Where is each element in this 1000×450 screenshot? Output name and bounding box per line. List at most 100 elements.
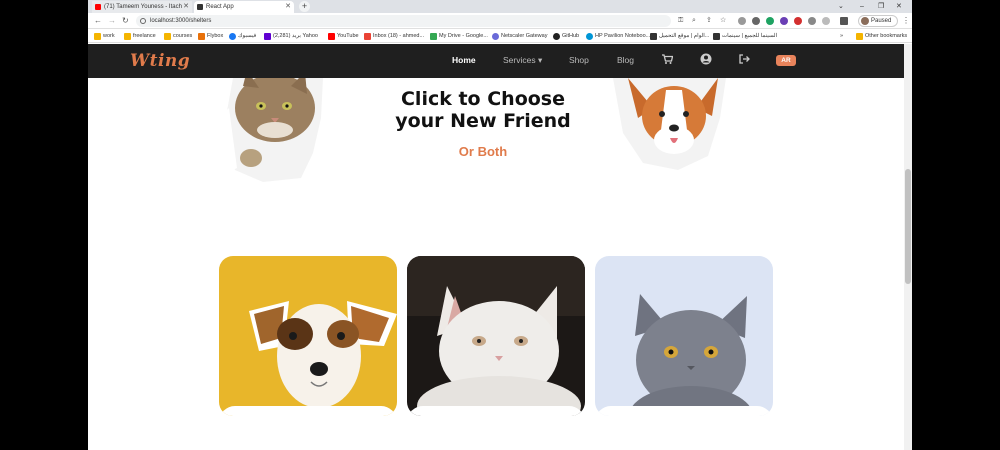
more-bookmarks-icon[interactable]: » xyxy=(840,30,843,43)
extension-icon[interactable] xyxy=(822,17,830,25)
profile-button[interactable]: Paused xyxy=(858,15,898,27)
back-icon[interactable]: ← xyxy=(94,16,102,26)
nav-blog[interactable]: Blog xyxy=(617,55,634,65)
bookmark-item[interactable]: Netscaler Gateway xyxy=(492,30,547,43)
page-scrollbar[interactable] xyxy=(904,44,912,450)
bookmark-label: فيسبوك xyxy=(238,33,257,39)
peeking-dog-image xyxy=(613,78,726,170)
bookmark-item[interactable]: Flybox xyxy=(198,30,223,43)
key-icon[interactable]: ⚿ xyxy=(678,16,683,26)
bookmarks-bar: work freelance courses Flybox فيسبوك (2,… xyxy=(88,30,912,43)
star-icon[interactable]: ☆ xyxy=(720,16,726,26)
folder-icon xyxy=(164,33,171,40)
hero-title-line: your New Friend xyxy=(395,110,571,132)
chevron-down-icon[interactable]: ⌄ xyxy=(838,0,844,13)
pet-card-grey-cat[interactable] xyxy=(595,256,773,416)
bookmark-item[interactable]: GitHub xyxy=(553,30,579,43)
gmail-icon xyxy=(364,33,371,40)
extension-icon[interactable] xyxy=(738,17,746,25)
cart-icon[interactable] xyxy=(661,53,673,65)
folder-icon xyxy=(94,33,101,40)
forward-icon[interactable]: → xyxy=(108,16,116,26)
site-icon xyxy=(650,33,657,40)
bookmark-item[interactable]: Inbox (18) - ahmed... xyxy=(364,30,424,43)
user-icon[interactable] xyxy=(700,53,712,65)
hp-icon xyxy=(586,33,593,40)
facebook-icon xyxy=(229,33,236,40)
logout-icon[interactable] xyxy=(738,53,750,65)
tab-title: (71) Tameem Youness - Itach xyxy=(104,4,182,10)
menu-icon[interactable]: ⋮ xyxy=(902,16,910,26)
bookmark-label: HP Pavilion Noteboo... xyxy=(595,33,651,39)
github-icon xyxy=(553,33,560,40)
info-icon[interactable] xyxy=(140,18,146,24)
browser-tab-youtube[interactable]: (71) Tameem Youness - Itach ✕ xyxy=(92,1,192,13)
profile-status: Paused xyxy=(871,18,892,24)
bookmark-label: GitHub xyxy=(562,33,580,39)
grey-cat-photo xyxy=(595,256,773,416)
nav-home[interactable]: Home xyxy=(452,55,476,65)
bookmark-item[interactable]: work xyxy=(94,30,115,43)
pet-card-dog[interactable] xyxy=(219,256,397,416)
bookmark-label: Other bookmarks xyxy=(865,33,908,39)
bookmark-item[interactable]: الوام | موقع التحميل... xyxy=(650,30,709,43)
drive-icon xyxy=(430,33,437,40)
site-logo[interactable]: Wting xyxy=(130,51,190,71)
url-bar[interactable]: localhost:3000/shelters xyxy=(136,15,671,27)
bookmark-label: My Drive - Google... xyxy=(439,33,488,39)
bookmark-label: الوام | موقع التحميل... xyxy=(659,33,710,39)
browser-tab-react-app[interactable]: React App ✕ xyxy=(194,1,294,13)
gateway-icon xyxy=(492,33,499,40)
bookmark-label: Flybox xyxy=(207,33,224,39)
close-icon[interactable]: ✕ xyxy=(285,1,291,13)
extension-icon[interactable] xyxy=(794,17,802,25)
zoom-icon[interactable]: ⌕ xyxy=(692,16,696,26)
new-tab-button[interactable]: + xyxy=(299,1,310,12)
nav-services[interactable]: Services ▾ xyxy=(503,55,542,66)
extension-icon[interactable] xyxy=(808,17,816,25)
peeking-cat-image xyxy=(219,78,323,182)
bookmark-item[interactable]: (2,281) بريد Yahoo xyxy=(264,30,318,43)
bookmark-label: freelance xyxy=(133,33,156,39)
yahoo-icon xyxy=(264,33,271,40)
folder-icon xyxy=(124,33,131,40)
tab-strip: (71) Tameem Youness - Itach ✕ React App … xyxy=(88,0,912,13)
browser-window: (71) Tameem Youness - Itach ✕ React App … xyxy=(88,0,912,450)
restore-icon[interactable]: ❐ xyxy=(878,0,884,13)
youtube-icon xyxy=(328,33,335,40)
bookmark-item[interactable]: freelance xyxy=(124,30,156,43)
reload-icon[interactable]: ↻ xyxy=(122,16,129,26)
bookmark-item[interactable]: YouTube xyxy=(328,30,359,43)
puzzle-icon[interactable] xyxy=(840,17,848,25)
scrollbar-thumb[interactable] xyxy=(905,169,911,284)
close-window-icon[interactable]: ✕ xyxy=(896,0,902,13)
card-footer xyxy=(407,406,585,416)
language-toggle[interactable]: AR xyxy=(776,55,796,66)
card-footer xyxy=(219,406,397,416)
pet-card-white-cat[interactable] xyxy=(407,256,585,416)
bookmark-item[interactable]: My Drive - Google... xyxy=(430,30,488,43)
extension-icon[interactable] xyxy=(766,17,774,25)
close-icon[interactable]: ✕ xyxy=(183,1,189,13)
share-icon[interactable]: ⇪ xyxy=(706,16,712,26)
extension-icon[interactable] xyxy=(752,17,760,25)
bookmark-item[interactable]: السينما للجميع | سينمات xyxy=(713,30,777,43)
extension-icon[interactable] xyxy=(780,17,788,25)
bookmark-item[interactable]: فيسبوك xyxy=(229,30,256,43)
bookmark-item[interactable]: courses xyxy=(164,30,192,43)
bookmark-label: courses xyxy=(173,33,193,39)
bookmark-label: Netscaler Gateway xyxy=(501,33,548,39)
bookmark-label: Inbox (18) - ahmed... xyxy=(373,33,425,39)
page-icon xyxy=(197,4,203,10)
minimize-icon[interactable]: – xyxy=(860,0,864,13)
other-bookmarks[interactable]: Other bookmarks xyxy=(856,30,907,43)
dog-photo xyxy=(219,256,397,416)
card-footer xyxy=(595,406,773,416)
nav-shop[interactable]: Shop xyxy=(569,55,589,65)
hero-title: Click to Choose your New Friend xyxy=(388,88,578,132)
url-text: localhost:3000/shelters xyxy=(150,18,212,24)
site-navbar: Wting Home Services ▾ Shop Blog AR xyxy=(88,44,904,78)
hero-subtitle[interactable]: Or Both xyxy=(388,144,578,159)
bookmark-item[interactable]: HP Pavilion Noteboo... xyxy=(586,30,650,43)
bookmark-label: YouTube xyxy=(337,33,359,39)
